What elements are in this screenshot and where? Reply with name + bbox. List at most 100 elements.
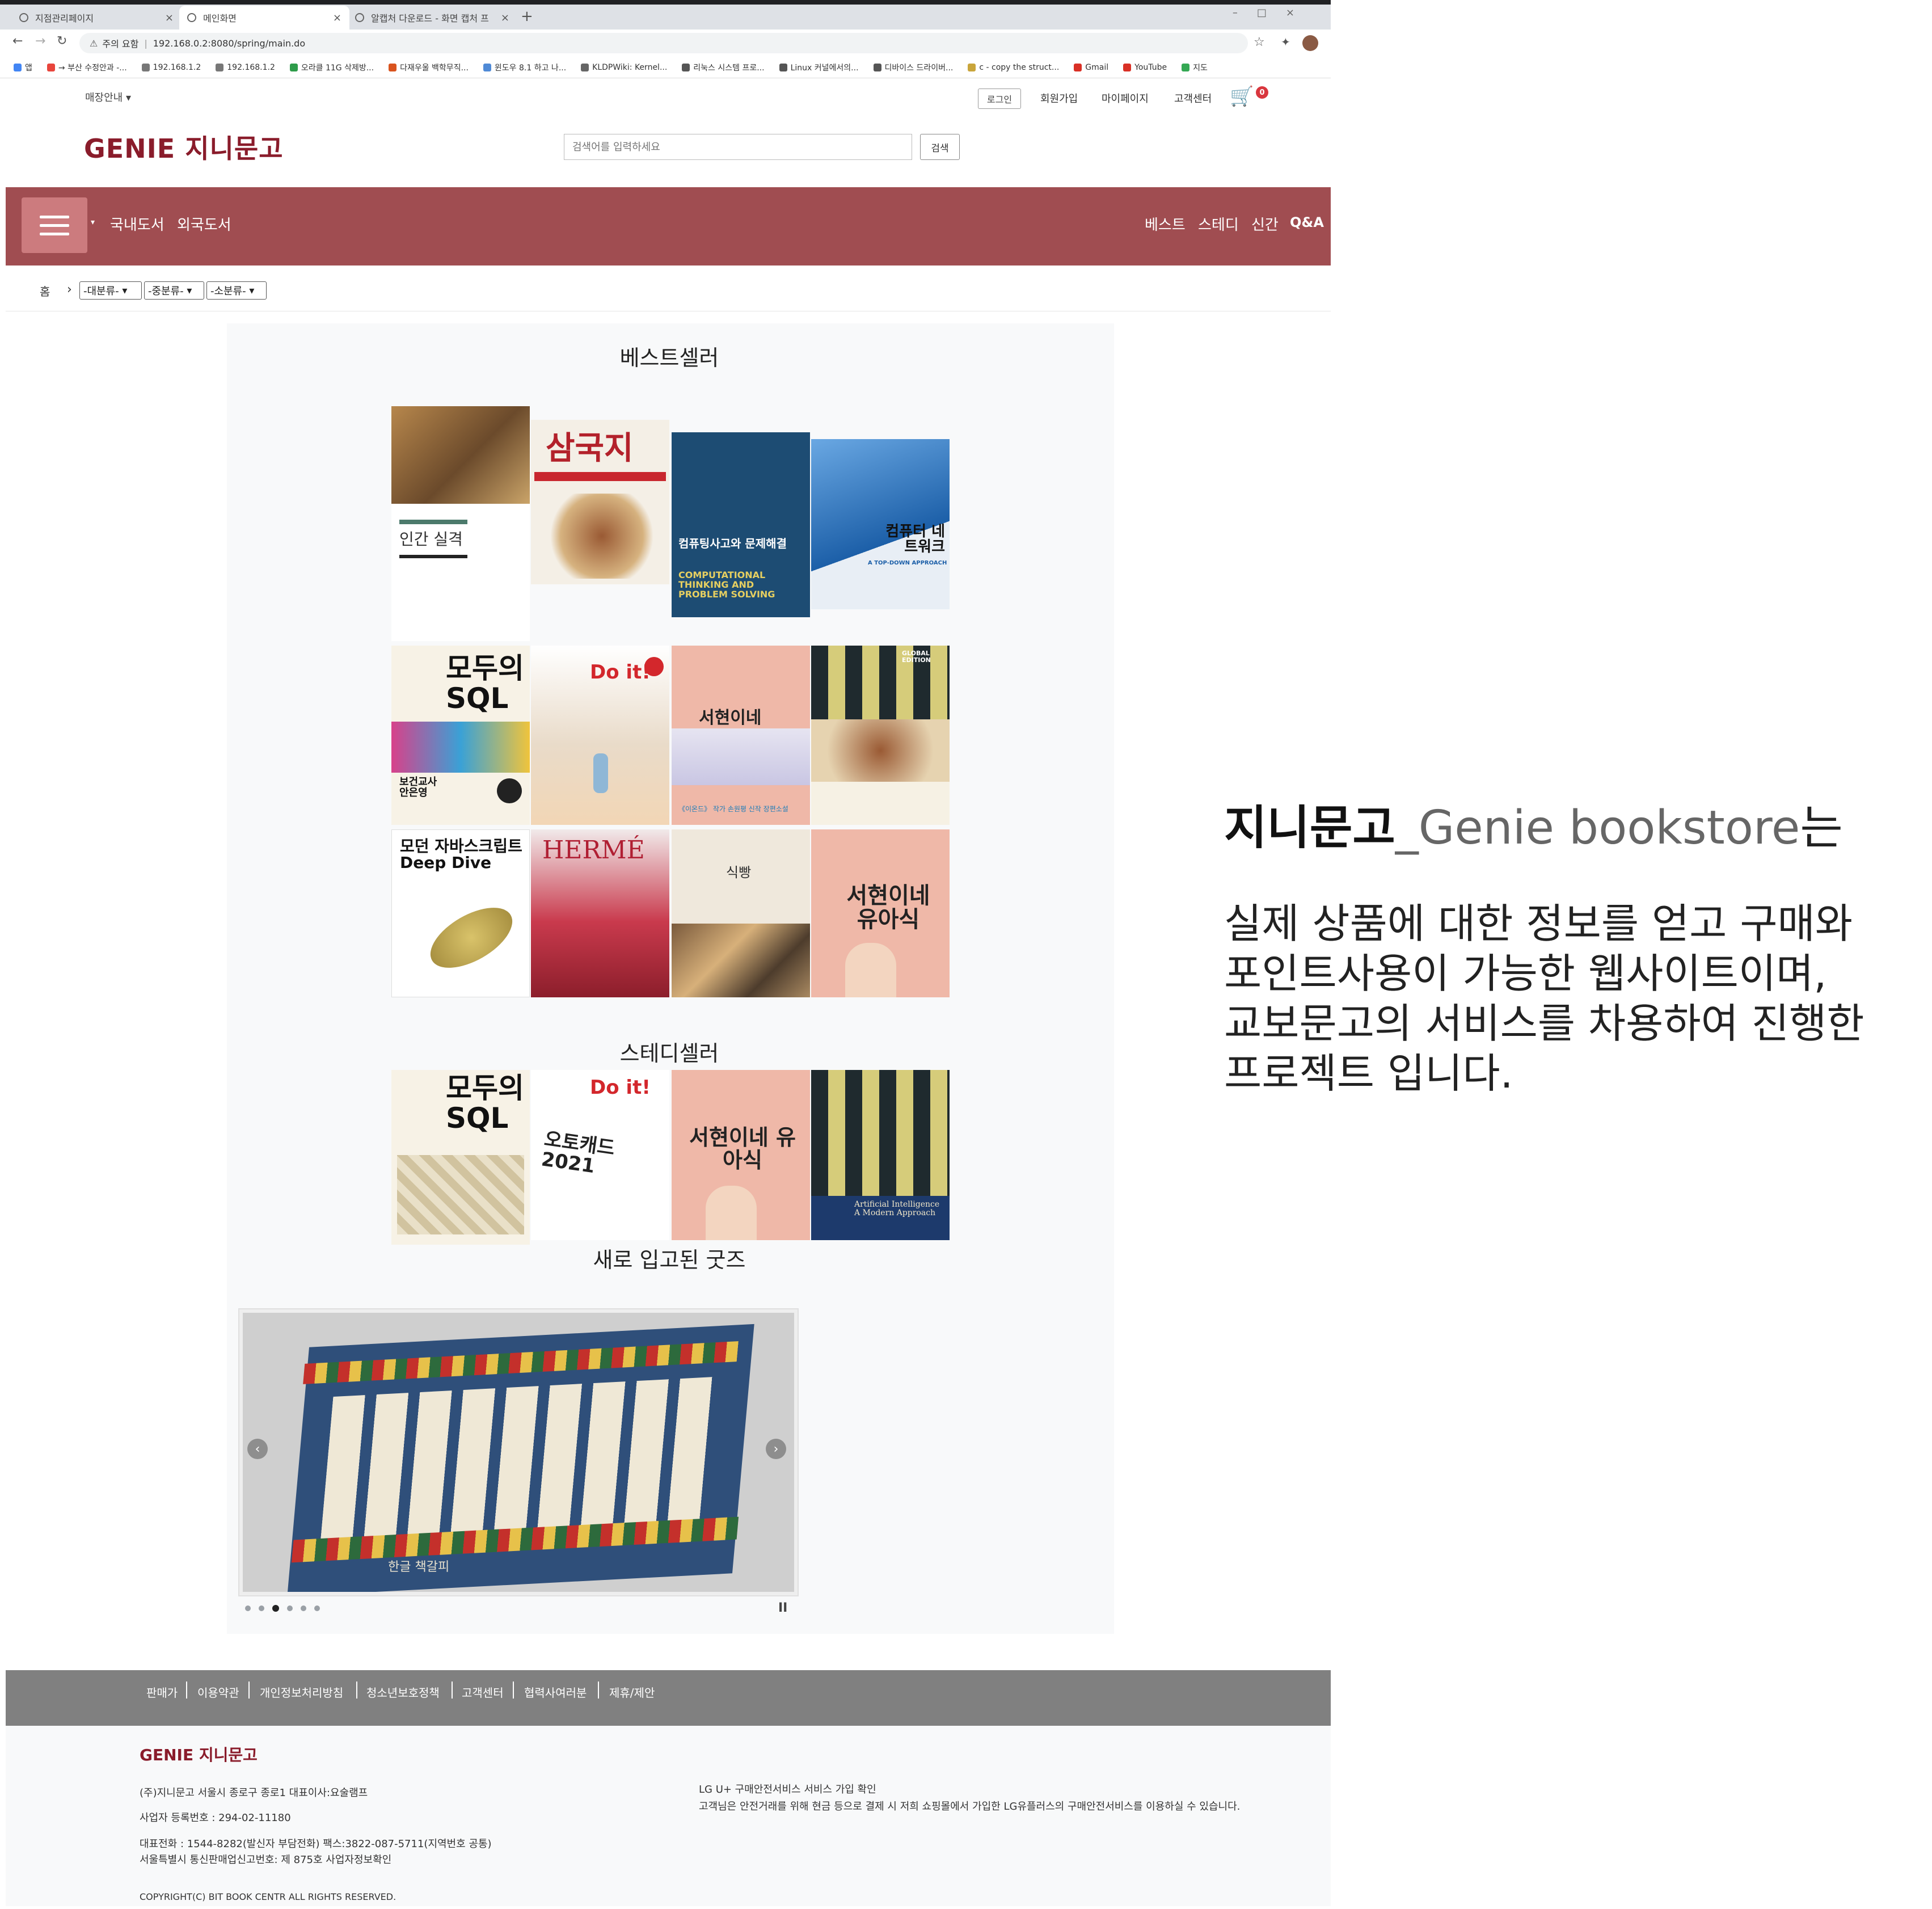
- extensions-icon[interactable]: ✦: [1281, 35, 1290, 49]
- carousel-dot[interactable]: [301, 1605, 306, 1611]
- forward-icon[interactable]: →: [35, 34, 45, 48]
- carousel-dot[interactable]: [259, 1605, 264, 1611]
- caption-body: 실제 상품에 대한 정보를 얻고 구매와 포인트사용이 가능한 웹사이트이며, …: [1224, 899, 1864, 1098]
- mypage-link[interactable]: 마이페이지: [1102, 91, 1149, 106]
- book-cover[interactable]: 컴퓨팅사고와 문제해결 COMPUTATIONAL THINKING AND P…: [672, 432, 810, 617]
- book-cover[interactable]: 모던 자바스크립트 Deep Dive: [391, 829, 530, 997]
- cart-icon[interactable]: 🛒: [1230, 85, 1254, 108]
- book-cover[interactable]: Do it!: [531, 646, 669, 825]
- bookmark-icon: [141, 63, 150, 71]
- close-icon[interactable]: ×: [165, 12, 174, 24]
- footer-phone: 대표전화 : 1544-8282(발신자 부담전화) 팩스:3822-087-5…: [140, 1838, 492, 1850]
- nav-qna[interactable]: Q&A: [1290, 214, 1324, 230]
- reload-icon[interactable]: ↻: [57, 34, 67, 48]
- bookmark-label: 192.168.1.2: [153, 62, 201, 72]
- footer-logo: GENIE 지니문고: [140, 1746, 258, 1764]
- window-controls[interactable]: –□×: [1233, 7, 1314, 19]
- breadcrumb-home[interactable]: 홈: [40, 283, 50, 299]
- tab-label: 메인화면: [203, 13, 237, 24]
- bookmark-item[interactable]: 지도: [1182, 62, 1208, 73]
- nav-foreign-books[interactable]: 외국도서: [177, 213, 231, 234]
- bookmark-item[interactable]: Linux 커널에서의...: [779, 62, 859, 73]
- carousel-caption: 한글 책갈피: [388, 1560, 450, 1574]
- book-cover[interactable]: 인간 실격: [391, 406, 530, 641]
- footer-company: (주)지니문고 서울시 종로구 종로1 대표이사:요술램프: [140, 1787, 368, 1799]
- browser-tab[interactable]: 알캡처 다운로드 - 화면 캡처 프 ×: [347, 6, 517, 30]
- footer-link-youth[interactable]: 청소년보호정책: [366, 1684, 440, 1700]
- pause-icon[interactable]: II: [778, 1601, 787, 1615]
- caret-down-icon[interactable]: ▾: [91, 218, 95, 227]
- book-cover[interactable]: 컴퓨터 네트워크 A TOP-DOWN APPROACH: [811, 439, 950, 609]
- address-bar[interactable]: ⚠ 주의 요함 | 192.168.0.2:8080/spring/main.d…: [79, 33, 1248, 53]
- bookmark-label: 윈도우 8.1 하고 나...: [494, 63, 567, 73]
- book-title: 보건교사 안은영: [399, 776, 437, 799]
- menu-icon[interactable]: [22, 197, 87, 253]
- book-cover[interactable]: 모두의 SQL 보건교사 안은영: [391, 646, 530, 825]
- signup-link[interactable]: 회원가입: [1040, 91, 1078, 106]
- bookmark-icon: [682, 63, 690, 71]
- new-tab-icon[interactable]: +: [521, 8, 533, 25]
- category-small-select[interactable]: -소분류- ▾: [206, 281, 267, 300]
- bookmark-item[interactable]: 192.168.1.2: [141, 62, 201, 72]
- footer-link-price[interactable]: 판매가: [146, 1684, 178, 1700]
- nav-new[interactable]: 신간: [1251, 213, 1279, 234]
- star-icon[interactable]: ☆: [1254, 35, 1265, 49]
- category-medium-select[interactable]: -중분류- ▾: [144, 281, 204, 300]
- goods-carousel[interactable]: 한글 책갈피 ‹ ›: [238, 1308, 799, 1596]
- bookmark-item[interactable]: YouTube: [1123, 63, 1167, 72]
- book-cover[interactable]: 모두의 SQL: [391, 1070, 530, 1245]
- bookmark-item[interactable]: KLDPWiki: Kernel...: [581, 63, 667, 72]
- bookmark-item[interactable]: 다재우울 백학무직...: [389, 62, 469, 73]
- nav-steady[interactable]: 스테디: [1198, 213, 1239, 234]
- search-button[interactable]: 검색: [920, 134, 960, 160]
- book-cover[interactable]: HERMÉ: [531, 829, 669, 997]
- footer-lg-body: 고객님은 안전거래를 위해 현금 등으로 결제 시 저희 쇼핑몰에서 가입한 L…: [699, 1801, 1241, 1813]
- bookmark-item[interactable]: 192.168.1.2: [216, 63, 275, 72]
- footer-link-proposal[interactable]: 제휴/제안: [609, 1684, 655, 1700]
- support-link[interactable]: 고객센터: [1174, 91, 1212, 106]
- book-title: 서현이네: [699, 708, 762, 728]
- browser-tab[interactable]: 지점관리페이지 ×: [11, 6, 182, 30]
- store-info-dropdown[interactable]: 매장안내 ▾: [85, 90, 131, 104]
- footer-link-privacy[interactable]: 개인정보처리방침: [260, 1684, 343, 1700]
- book-cover[interactable]: Artificial Intelligence A Modern Approac…: [811, 1070, 950, 1240]
- back-icon[interactable]: ←: [12, 34, 23, 48]
- bookmark-item[interactable]: 앱: [14, 62, 32, 73]
- footer-link-partners[interactable]: 협력사여러분: [524, 1684, 587, 1700]
- footer-link-terms[interactable]: 이용약관: [197, 1684, 239, 1700]
- close-icon[interactable]: ×: [501, 12, 509, 24]
- carousel-dot[interactable]: [287, 1605, 293, 1611]
- carousel-next-icon[interactable]: ›: [766, 1439, 786, 1459]
- nav-domestic-books[interactable]: 국내도서: [110, 213, 164, 234]
- book-title: 서현이네 유아식: [689, 1125, 796, 1173]
- browser-tab-active[interactable]: 메인화면 ×: [179, 6, 349, 30]
- book-cover[interactable]: 삼국지: [531, 420, 669, 584]
- url-text: 192.168.0.2:8080/spring/main.do: [153, 37, 306, 49]
- carousel-prev-icon[interactable]: ‹: [247, 1439, 268, 1459]
- bookmark-item[interactable]: 리눅스 시스템 프로...: [682, 62, 765, 73]
- close-icon[interactable]: ×: [333, 12, 341, 24]
- site-logo[interactable]: GENIE 지니문고: [84, 128, 284, 166]
- bookmark-item[interactable]: 오라클 11G 삭제방...: [289, 62, 374, 73]
- book-cover[interactable]: 서현이네 유아식: [672, 1070, 810, 1240]
- bookmark-item[interactable]: 윈도우 8.1 하고 나...: [483, 62, 566, 73]
- login-button[interactable]: 로그인: [978, 89, 1021, 109]
- carousel-dot[interactable]: [314, 1605, 320, 1611]
- category-large-select[interactable]: -대분류- ▾: [79, 281, 142, 300]
- carousel-dot-active[interactable]: [272, 1605, 279, 1612]
- book-cover[interactable]: 식빵: [672, 829, 810, 997]
- book-cover[interactable]: 서현이네 유아식: [811, 829, 950, 997]
- carousel-dot[interactable]: [245, 1605, 251, 1611]
- bookmark-icon: [1123, 63, 1132, 71]
- footer-link-support[interactable]: 고객센터: [462, 1684, 504, 1700]
- search-input[interactable]: [564, 134, 912, 160]
- book-cover[interactable]: 서현이네 《이온드》 작가 손원평 신작 장편소설: [672, 646, 810, 825]
- book-cover[interactable]: GLOBAL EDITION: [811, 646, 950, 825]
- bookmark-item[interactable]: → 부산 수정안과 -...: [47, 62, 127, 73]
- nav-best[interactable]: 베스트: [1145, 213, 1186, 234]
- book-cover[interactable]: Do it! 오토캐드 2021: [531, 1070, 669, 1240]
- bookmark-item[interactable]: Gmail: [1074, 63, 1108, 72]
- bookmark-item[interactable]: 디바이스 드라이버...: [873, 62, 953, 73]
- avatar[interactable]: [1302, 35, 1318, 51]
- bookmark-item[interactable]: c - copy the struct...: [968, 63, 1059, 72]
